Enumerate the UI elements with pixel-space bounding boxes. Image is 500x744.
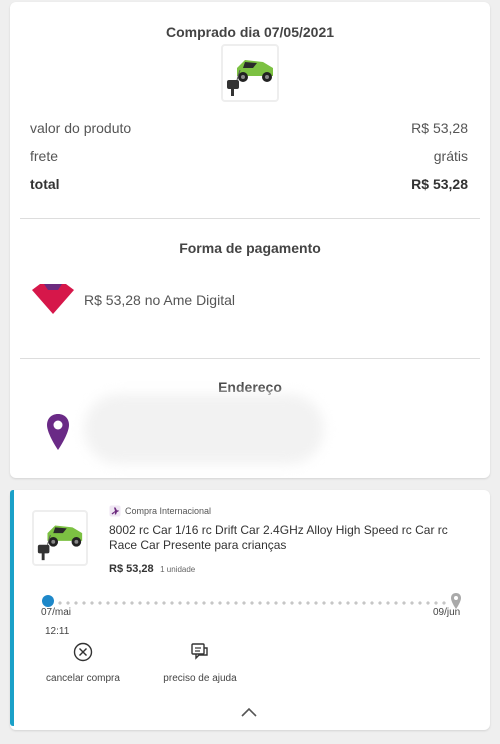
timeline-end-date: 09/jun <box>433 607 461 618</box>
order-summary-card: Comprado dia 07/05/2021 valor do produto… <box>10 2 490 478</box>
product-thumbnail[interactable] <box>221 44 279 102</box>
badge-label: Compra Internacional <box>125 506 212 516</box>
product-thumbnail[interactable] <box>32 510 88 566</box>
international-badge: Compra Internacional <box>109 505 211 517</box>
payment-description: R$ 53,28 no Ame Digital <box>84 292 235 308</box>
timeline-start-date: 07/mai <box>41 607 72 618</box>
product-price: R$ 53,28 <box>109 563 154 575</box>
timeline-start-time: 12:11 <box>45 626 70 637</box>
location-pin-icon <box>47 414 69 450</box>
order-tracking-card: Compra Internacional 8002 rc Car 1/16 rc… <box>10 490 490 730</box>
cancel-circle-icon <box>73 642 93 662</box>
product-value: R$ 53,28 <box>411 120 468 136</box>
cancel-purchase-label: cancelar compra <box>46 673 120 684</box>
price-row: R$ 53,28 1 unidade <box>109 559 195 577</box>
product-title[interactable]: 8002 rc Car 1/16 rc Drift Car 2.4GHz All… <box>109 523 459 553</box>
purchase-date: Comprado dia 07/05/2021 <box>165 24 335 40</box>
address-title: Endereço <box>218 379 282 395</box>
total-label: total <box>30 176 60 192</box>
shipping-value: grátis <box>433 148 468 164</box>
shipping-label: frete <box>30 148 59 164</box>
timeline-start-dot <box>42 595 54 607</box>
card-accent-bar <box>10 490 14 726</box>
timeline-track <box>56 601 446 605</box>
cancel-purchase-button[interactable]: cancelar compra <box>43 642 123 686</box>
rc-car-image <box>227 60 273 96</box>
payment-title: Forma de pagamento <box>179 240 321 256</box>
address-redacted <box>84 394 324 464</box>
ame-digital-icon <box>32 284 74 314</box>
chevron-up-icon[interactable] <box>240 706 258 718</box>
product-value-label: valor do produto <box>30 120 132 136</box>
divider <box>20 358 480 359</box>
product-quantity: 1 unidade <box>160 565 196 574</box>
help-button[interactable]: preciso de ajuda <box>155 642 245 686</box>
total-value: R$ 53,28 <box>411 176 468 192</box>
rc-car-image <box>37 525 83 561</box>
chat-help-icon <box>191 643 208 660</box>
airplane-icon <box>109 505 121 517</box>
help-label: preciso de ajuda <box>163 673 237 684</box>
divider <box>20 218 480 219</box>
